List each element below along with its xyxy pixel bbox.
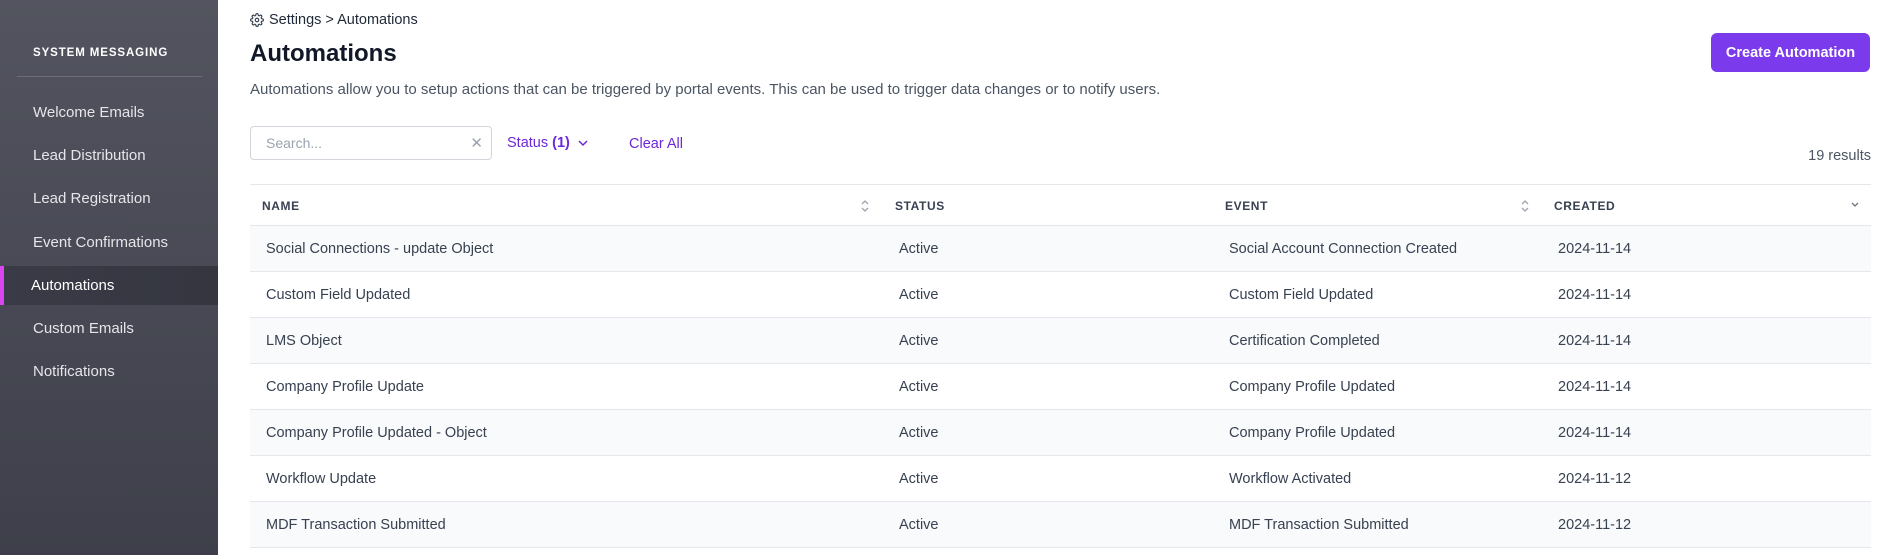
cell-name: Custom Field Updated xyxy=(266,286,411,303)
sort-icon[interactable] xyxy=(1520,198,1530,214)
status-filter-label: Status xyxy=(507,135,549,151)
table-row[interactable]: LMS Object Active Certification Complete… xyxy=(250,318,1871,364)
automations-table: NAME STATUS EVENT CREATED Social Connect… xyxy=(250,184,1871,548)
search-box: ✕ xyxy=(250,126,492,160)
sidebar-item-custom-emails[interactable]: Custom Emails xyxy=(0,309,218,347)
status-filter-dropdown[interactable]: Status (1) xyxy=(507,135,589,151)
cell-status: Active xyxy=(899,424,939,441)
gear-icon xyxy=(250,13,264,27)
cell-created: 2024-11-14 xyxy=(1558,286,1632,303)
cell-event: MDF Transaction Submitted xyxy=(1229,516,1409,533)
cell-created: 2024-11-12 xyxy=(1558,516,1632,533)
breadcrumb: Settings > Automations xyxy=(250,12,418,28)
table-row[interactable]: Social Connections - update Object Activ… xyxy=(250,226,1871,272)
sidebar-item-event-confirmations[interactable]: Event Confirmations xyxy=(0,223,218,261)
table-header: NAME STATUS EVENT CREATED xyxy=(250,184,1871,226)
cell-created: 2024-11-14 xyxy=(1558,424,1632,441)
cell-created: 2024-11-14 xyxy=(1558,332,1632,349)
cell-event: Certification Completed xyxy=(1229,332,1380,349)
clear-search-icon[interactable]: ✕ xyxy=(470,136,483,151)
column-header-event[interactable]: EVENT xyxy=(1225,185,1268,226)
results-count: 19 results xyxy=(1808,148,1871,164)
cell-event: Custom Field Updated xyxy=(1229,286,1374,303)
cell-event: Social Account Connection Created xyxy=(1229,240,1458,257)
cell-created: 2024-11-14 xyxy=(1558,378,1632,395)
page-description: Automations allow you to setup actions t… xyxy=(250,81,1161,98)
sidebar-item-lead-distribution[interactable]: Lead Distribution xyxy=(0,136,218,174)
cell-status: Active xyxy=(899,378,939,395)
cell-event: Company Profile Updated xyxy=(1229,424,1396,441)
chevron-down-icon xyxy=(578,140,588,147)
sort-icon[interactable] xyxy=(860,198,870,214)
column-header-status: STATUS xyxy=(895,198,945,213)
cell-name: MDF Transaction Submitted xyxy=(266,516,446,533)
create-automation-button[interactable]: Create Automation xyxy=(1711,33,1870,72)
cell-event: Company Profile Updated xyxy=(1229,378,1396,395)
column-header-created[interactable]: CREATED xyxy=(1554,185,1615,226)
sidebar-heading: SYSTEM MESSAGING xyxy=(33,47,169,59)
cell-status: Active xyxy=(899,516,939,533)
cell-name: Company Profile Update xyxy=(266,378,424,395)
cell-name: Workflow Update xyxy=(266,470,377,487)
cell-status: Active xyxy=(899,240,939,257)
cell-created: 2024-11-12 xyxy=(1558,470,1632,487)
cell-created: 2024-11-14 xyxy=(1558,240,1632,257)
column-header-name[interactable]: NAME xyxy=(262,185,300,226)
table-row[interactable]: MDF Transaction Submitted Active MDF Tra… xyxy=(250,502,1871,548)
table-body: Social Connections - update Object Activ… xyxy=(250,226,1871,548)
sidebar-item-lead-registration[interactable]: Lead Registration xyxy=(0,179,218,217)
sidebar-divider xyxy=(17,76,202,77)
table-row[interactable]: Workflow Update Active Workflow Activate… xyxy=(250,456,1871,502)
clear-all-link[interactable]: Clear All xyxy=(629,136,683,152)
cell-status: Active xyxy=(899,470,939,487)
status-filter-count: (1) xyxy=(552,135,570,151)
sort-descending-icon[interactable] xyxy=(1850,200,1860,210)
cell-name: Company Profile Updated - Object xyxy=(266,424,487,441)
page-title: Automations xyxy=(250,40,397,67)
table-row[interactable]: Company Profile Update Active Company Pr… xyxy=(250,364,1871,410)
cell-name: Social Connections - update Object xyxy=(266,240,494,257)
cell-status: Active xyxy=(899,286,939,303)
sidebar-item-welcome-emails[interactable]: Welcome Emails xyxy=(0,93,218,131)
cell-status: Active xyxy=(899,332,939,349)
table-row[interactable]: Custom Field Updated Active Custom Field… xyxy=(250,272,1871,318)
sidebar-item-notifications[interactable]: Notifications xyxy=(0,352,218,390)
table-row[interactable]: Company Profile Updated - Object Active … xyxy=(250,410,1871,456)
cell-name: LMS Object xyxy=(266,332,342,349)
search-input[interactable] xyxy=(266,135,471,151)
breadcrumb-text[interactable]: Settings > Automations xyxy=(269,12,418,28)
sidebar-item-automations[interactable]: Automations xyxy=(0,266,218,305)
sidebar: SYSTEM MESSAGING Welcome Emails Lead Dis… xyxy=(0,0,218,555)
cell-event: Workflow Activated xyxy=(1229,470,1352,487)
